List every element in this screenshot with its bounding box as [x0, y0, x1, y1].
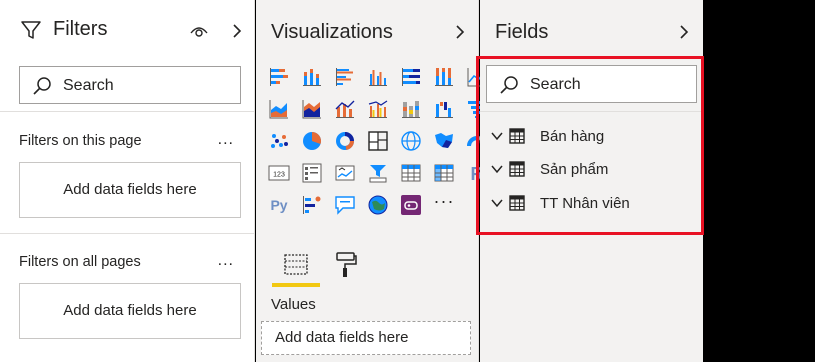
filters-divider — [0, 111, 254, 112]
eye-icon[interactable] — [189, 23, 209, 39]
values-well[interactable]: Add data fields here — [261, 321, 471, 355]
values-label: Values — [271, 296, 316, 313]
filters-search-input[interactable]: Search — [19, 66, 241, 104]
svg-text:123: 123 — [273, 172, 285, 179]
filters-title: Filters — [53, 18, 108, 40]
waterfall-chart-icon[interactable] — [433, 98, 455, 120]
100-stacked-column-chart-icon[interactable] — [433, 66, 455, 88]
filled-map-icon[interactable] — [433, 130, 455, 152]
chevron-right-icon[interactable] — [452, 24, 468, 40]
scatter-chart-icon[interactable] — [268, 130, 290, 152]
line-and-clustered-column-chart-icon[interactable] — [367, 98, 389, 120]
stacked-bar-chart-icon[interactable] — [268, 66, 290, 88]
filter-funnel-icon — [21, 21, 41, 39]
ribbon-chart-icon[interactable] — [400, 98, 422, 120]
filters-on-page-label: Filters on this page — [19, 133, 142, 149]
area-chart-icon[interactable] — [268, 98, 290, 120]
python-visual-icon[interactable]: Py — [268, 194, 290, 216]
map-icon[interactable] — [400, 130, 422, 152]
filters-search-placeholder: Search — [63, 77, 114, 94]
visualizations-pane: Visualizations 123 R Py ··· Values Add d… — [256, 0, 487, 362]
filters-all-pages-label: Filters on all pages — [19, 254, 141, 270]
power-apps-icon[interactable] — [400, 194, 422, 216]
table-icon[interactable] — [400, 162, 422, 184]
multi-row-card-icon[interactable] — [301, 162, 323, 184]
fields-tab-underline — [272, 283, 320, 287]
visualizations-title: Visualizations — [271, 21, 393, 43]
fields-title: Fields — [495, 21, 549, 43]
matrix-icon[interactable] — [433, 162, 455, 184]
search-icon — [33, 77, 51, 95]
paint-roller-icon[interactable] — [334, 251, 358, 279]
donut-chart-icon[interactable] — [334, 130, 356, 152]
python-text: Py — [270, 197, 287, 213]
clustered-bar-chart-icon[interactable] — [334, 66, 356, 88]
card-icon[interactable]: 123 — [268, 162, 290, 184]
arcgis-map-icon[interactable] — [367, 194, 389, 216]
filters-all-pages-well[interactable]: Add data fields here — [19, 283, 241, 339]
filters-on-page-well[interactable]: Add data fields here — [19, 162, 241, 218]
100-stacked-bar-chart-icon[interactable] — [400, 66, 422, 88]
pie-chart-icon[interactable] — [301, 130, 323, 152]
stacked-column-chart-icon[interactable] — [301, 66, 323, 88]
filters-pane: Filters Search Filters on this page ... … — [0, 0, 255, 362]
clustered-column-chart-icon[interactable] — [367, 66, 389, 88]
key-influencers-icon[interactable] — [301, 194, 323, 216]
chevron-right-icon[interactable] — [676, 24, 692, 40]
slicer-icon[interactable] — [367, 162, 389, 184]
filters-divider-2 — [0, 233, 254, 234]
more-visuals-icon[interactable]: ··· — [433, 192, 455, 216]
fields-tab-icon[interactable] — [283, 252, 309, 278]
filters-on-page-more-button[interactable]: ... — [218, 131, 234, 149]
visualization-gallery: 123 R Py ··· — [268, 66, 492, 220]
treemap-icon[interactable] — [367, 130, 389, 152]
qa-visual-icon[interactable] — [334, 194, 356, 216]
line-and-stacked-column-chart-icon[interactable] — [334, 98, 356, 120]
highlight-box — [476, 56, 704, 235]
chevron-right-icon[interactable] — [229, 23, 245, 39]
stacked-area-chart-icon[interactable] — [301, 98, 323, 120]
filters-all-pages-more-button[interactable]: ... — [218, 252, 234, 270]
kpi-icon[interactable] — [334, 162, 356, 184]
